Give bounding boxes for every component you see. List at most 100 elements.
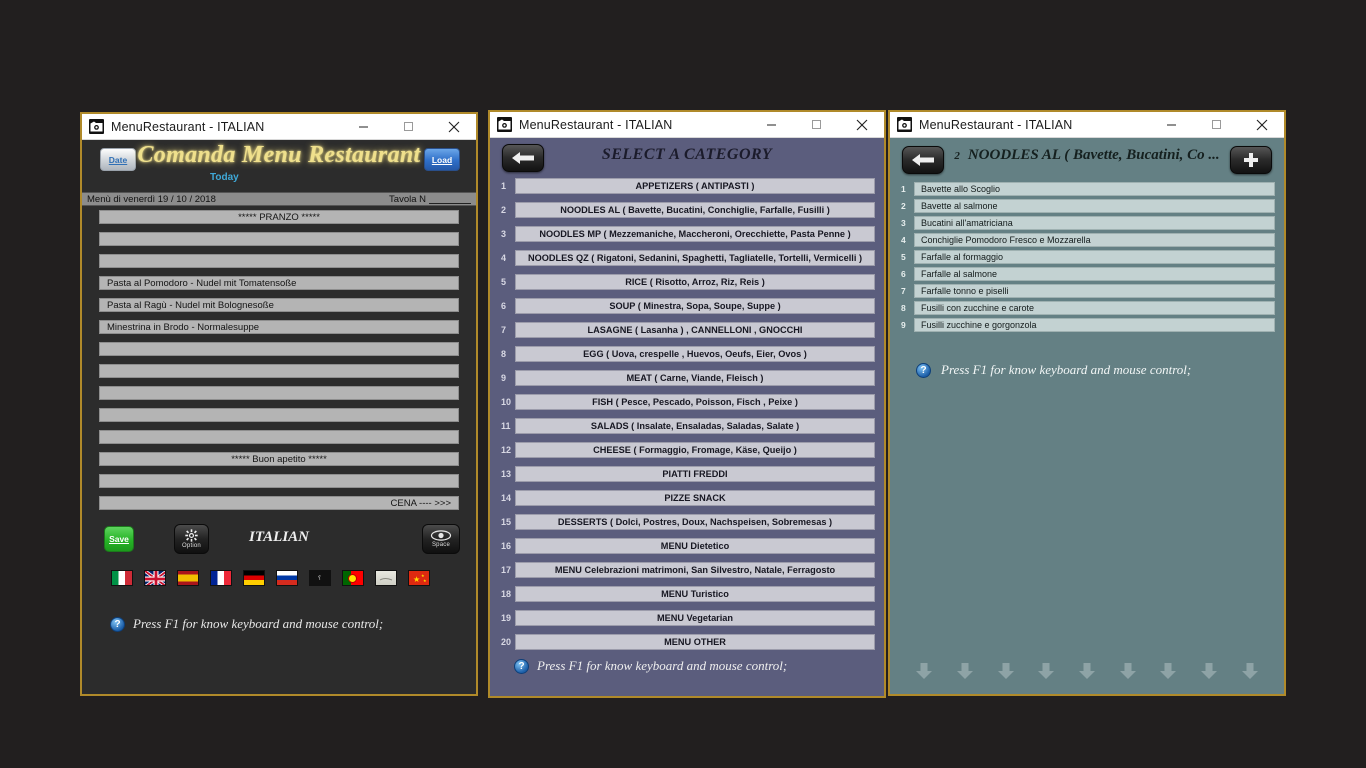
- dish-item[interactable]: 2 Bavette al salmone: [899, 199, 1275, 213]
- down-arrow-button[interactable]: [912, 660, 936, 682]
- dish-button[interactable]: Bavette allo Scoglio: [914, 182, 1275, 196]
- menu-row[interactable]: Minestrina in Brodo - Normalesuppe: [99, 320, 459, 334]
- category-item[interactable]: 16 MENU Dietetico: [499, 538, 875, 554]
- category-item[interactable]: 20 MENU OTHER: [499, 634, 875, 650]
- back-button[interactable]: [902, 146, 944, 174]
- category-button[interactable]: LASAGNE ( Lasanha ) , CANNELLONI , GNOCC…: [515, 322, 875, 338]
- flag-france[interactable]: [210, 570, 232, 586]
- menu-row[interactable]: [99, 364, 459, 378]
- category-item[interactable]: 15 DESSERTS ( Dolci, Postres, Doux, Nachs…: [499, 514, 875, 530]
- down-arrow-button[interactable]: [1156, 660, 1180, 682]
- dish-item[interactable]: 6 Farfalle al salmone: [899, 267, 1275, 281]
- down-arrow-button[interactable]: [953, 660, 977, 682]
- close-button[interactable]: [1239, 112, 1284, 137]
- minimize-button[interactable]: [749, 112, 794, 137]
- dish-button[interactable]: Farfalle al salmone: [914, 267, 1275, 281]
- category-button[interactable]: MENU Vegetarian: [515, 610, 875, 626]
- menu-row[interactable]: [99, 254, 459, 268]
- menu-row[interactable]: [99, 342, 459, 356]
- category-item[interactable]: 11 SALADS ( Insalate, Ensaladas, Saladas,…: [499, 418, 875, 434]
- maximize-button[interactable]: [794, 112, 839, 137]
- help-icon[interactable]: ?: [916, 362, 931, 378]
- dish-item[interactable]: 5 Farfalle al formaggio: [899, 250, 1275, 264]
- dish-item[interactable]: 1 Bavette allo Scoglio: [899, 182, 1275, 196]
- flag-arabic-white[interactable]: [375, 570, 397, 586]
- category-button[interactable]: FISH ( Pesce, Pescado, Poisson, Fisch , …: [515, 394, 875, 410]
- load-button[interactable]: Load: [424, 148, 460, 171]
- maximize-button[interactable]: [1194, 112, 1239, 137]
- category-button[interactable]: MENU Turistico: [515, 586, 875, 602]
- window-select-category[interactable]: MenuRestaurant - ITALIAN SELECT A CATEGO…: [488, 110, 886, 698]
- category-item[interactable]: 13 PIATTI FREDDI: [499, 466, 875, 482]
- table-number-group[interactable]: Tavola N: [389, 194, 471, 205]
- maximize-button[interactable]: [386, 114, 431, 139]
- category-button[interactable]: RICE ( Risotto, Arroz, Riz, Reis ): [515, 274, 875, 290]
- category-item[interactable]: 17 MENU Celebrazioni matrimoni, San Silve…: [499, 562, 875, 578]
- category-button[interactable]: PIZZE SNACK: [515, 490, 875, 506]
- category-button[interactable]: NOODLES AL ( Bavette, Bucatini, Conchigl…: [515, 202, 875, 218]
- category-item[interactable]: 3 NOODLES MP ( Mezzemaniche, Maccheroni, …: [499, 226, 875, 242]
- close-button[interactable]: [431, 114, 476, 139]
- category-item[interactable]: 9 MEAT ( Carne, Viande, Fleisch ): [499, 370, 875, 386]
- minimize-button[interactable]: [1149, 112, 1194, 137]
- category-button[interactable]: MENU Dietetico: [515, 538, 875, 554]
- minimize-button[interactable]: [341, 114, 386, 139]
- category-item[interactable]: 7 LASAGNE ( Lasanha ) , CANNELLONI , GNOC…: [499, 322, 875, 338]
- window3-titlebar[interactable]: MenuRestaurant - ITALIAN: [890, 112, 1284, 138]
- dish-item[interactable]: 8 Fusilli con zucchine e carote: [899, 301, 1275, 315]
- dish-item[interactable]: 9 Fusilli zucchine e gorgonzola: [899, 318, 1275, 332]
- category-button[interactable]: NOODLES QZ ( Rigatoni, Sedanini, Spaghet…: [515, 250, 875, 266]
- dish-button[interactable]: Farfalle al formaggio: [914, 250, 1275, 264]
- category-item[interactable]: 18 MENU Turistico: [499, 586, 875, 602]
- category-item[interactable]: 14 PIZZE SNACK: [499, 490, 875, 506]
- dish-button[interactable]: Conchiglie Pomodoro Fresco e Mozzarella: [914, 233, 1275, 247]
- menu-row[interactable]: ***** Buon apetito *****: [99, 452, 459, 466]
- category-button[interactable]: EGG ( Uova, crespelle , Huevos, Oeufs, E…: [515, 346, 875, 362]
- down-arrow-button[interactable]: [1034, 660, 1058, 682]
- category-button[interactable]: APPETIZERS ( ANTIPASTI ): [515, 178, 875, 194]
- window2-titlebar[interactable]: MenuRestaurant - ITALIAN: [490, 112, 884, 138]
- table-number-input[interactable]: [429, 195, 471, 204]
- flag-portugal[interactable]: [342, 570, 364, 586]
- dish-item[interactable]: 4 Conchiglie Pomodoro Fresco e Mozzarella: [899, 233, 1275, 247]
- help-icon[interactable]: ?: [110, 616, 125, 632]
- down-arrow-button[interactable]: [1238, 660, 1262, 682]
- window1-titlebar[interactable]: MenuRestaurant - ITALIAN: [82, 114, 476, 140]
- category-item[interactable]: 6 SOUP ( Minestra, Sopa, Soupe, Suppe ): [499, 298, 875, 314]
- down-arrow-button[interactable]: [1116, 660, 1140, 682]
- help-icon[interactable]: ?: [514, 658, 529, 674]
- menu-row[interactable]: CENA ---- >>>: [99, 496, 459, 510]
- flag-spain[interactable]: [177, 570, 199, 586]
- down-arrow-button[interactable]: [1197, 660, 1221, 682]
- menu-row[interactable]: [99, 232, 459, 246]
- category-item[interactable]: 4 NOODLES QZ ( Rigatoni, Sedanini, Spaghe…: [499, 250, 875, 266]
- category-item[interactable]: 8 EGG ( Uova, crespelle , Huevos, Oeufs, …: [499, 346, 875, 362]
- down-arrow-button[interactable]: [1075, 660, 1099, 682]
- menu-row[interactable]: [99, 474, 459, 488]
- category-button[interactable]: SALADS ( Insalate, Ensaladas, Saladas, S…: [515, 418, 875, 434]
- menu-row[interactable]: [99, 430, 459, 444]
- menu-row[interactable]: [99, 386, 459, 400]
- menu-row[interactable]: [99, 408, 459, 422]
- dish-button[interactable]: Fusilli con zucchine e carote: [914, 301, 1275, 315]
- category-item[interactable]: 1 APPETIZERS ( ANTIPASTI ): [499, 178, 875, 194]
- category-button[interactable]: MENU Celebrazioni matrimoni, San Silvest…: [515, 562, 875, 578]
- dish-button[interactable]: Bavette al salmone: [914, 199, 1275, 213]
- window-dish-list[interactable]: MenuRestaurant - ITALIAN 2 NOODLES AL (…: [888, 110, 1286, 696]
- category-button[interactable]: SOUP ( Minestra, Sopa, Soupe, Suppe ): [515, 298, 875, 314]
- flag-united-kingdom[interactable]: [144, 570, 166, 586]
- category-item[interactable]: 19 MENU Vegetarian: [499, 610, 875, 626]
- dish-button[interactable]: Farfalle tonno e piselli: [914, 284, 1275, 298]
- category-button[interactable]: MEAT ( Carne, Viande, Fleisch ): [515, 370, 875, 386]
- space-button[interactable]: Space: [422, 524, 460, 554]
- down-arrow-button[interactable]: [994, 660, 1018, 682]
- category-item[interactable]: 12 CHEESE ( Formaggio, Fromage, Käse, Que…: [499, 442, 875, 458]
- dish-item[interactable]: 3 Bucatini all'amatriciana: [899, 216, 1275, 230]
- flag-italy[interactable]: [111, 570, 133, 586]
- flag-china[interactable]: ★ ★ ★: [408, 570, 430, 586]
- flag-germany[interactable]: [243, 570, 265, 586]
- category-button[interactable]: NOODLES MP ( Mezzemaniche, Maccheroni, O…: [515, 226, 875, 242]
- dish-item[interactable]: 7 Farfalle tonno e piselli: [899, 284, 1275, 298]
- category-button[interactable]: DESSERTS ( Dolci, Postres, Doux, Nachspe…: [515, 514, 875, 530]
- close-button[interactable]: [839, 112, 884, 137]
